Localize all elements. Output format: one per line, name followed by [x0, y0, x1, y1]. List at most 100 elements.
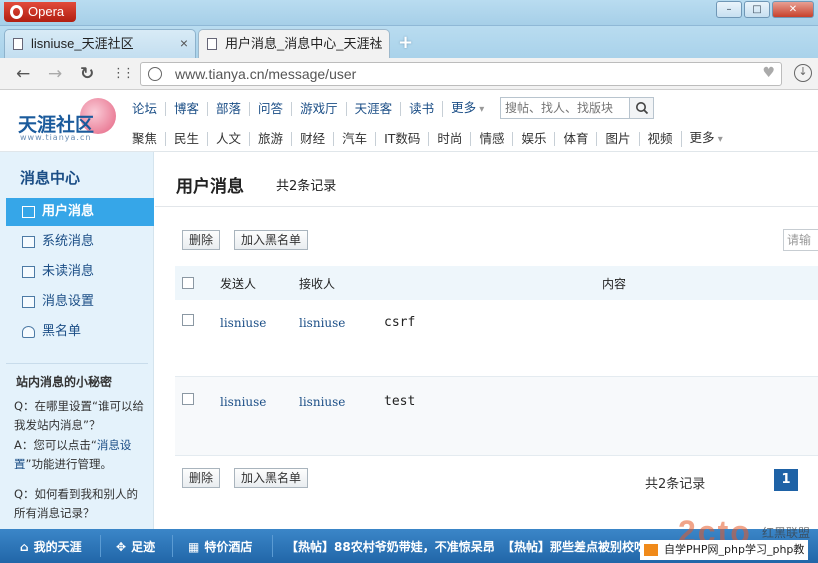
sidebar-item-message-settings[interactable]: 消息设置 [6, 288, 154, 316]
nav-more[interactable]: 更多 [442, 101, 492, 117]
watermark-banner: 自学PHP网_php学习_php教 [640, 540, 809, 560]
receiver-input[interactable]: 请输 [783, 229, 818, 251]
row-receiver-link[interactable]: lisniuse [299, 395, 345, 409]
row-content[interactable]: test [384, 394, 415, 409]
tianya-logo[interactable]: 天涯社区 www.tianya.cn [18, 98, 118, 142]
row-checkbox[interactable] [182, 314, 194, 326]
sidebar-item-system-messages[interactable]: 系统消息 [6, 228, 154, 256]
speed-dial-icon[interactable]: ⋮⋮ [112, 66, 135, 81]
logo-url: www.tianya.cn [20, 133, 92, 142]
delete-button-bottom[interactable]: 删除 [182, 468, 221, 488]
channel-auto[interactable]: 汽车 [333, 132, 375, 146]
row-sender-link[interactable]: lisniuse [220, 395, 266, 409]
channel-culture[interactable]: 人文 [207, 132, 249, 146]
channel-more[interactable]: 更多 [680, 131, 731, 147]
hot-post-link-1[interactable]: 【热帖】88农村爷奶带娃，不准惊呆昂 [286, 538, 495, 555]
tips-title: 站内消息的小秘密 [16, 375, 113, 389]
sidebar-item-unread-messages[interactable]: 未读消息 [6, 258, 154, 286]
watermark-logo-icon [644, 544, 658, 556]
page-title: 用户消息 [176, 177, 244, 197]
nav-blog[interactable]: 博客 [165, 102, 207, 116]
channel-finance[interactable]: 财经 [291, 132, 333, 146]
table-row[interactable]: lisniuse lisniuse test [175, 377, 818, 455]
delete-button[interactable]: 删除 [182, 230, 221, 250]
channel-video[interactable]: 视频 [638, 132, 681, 146]
sidebar-item-label: 用户消息 [42, 204, 95, 219]
record-count: 共2条记录 [276, 179, 337, 194]
hot-post-link-2[interactable]: 【热帖】那些差点被别校吃去 [502, 538, 658, 555]
select-all-checkbox[interactable] [182, 277, 194, 289]
row-sender-link[interactable]: lisniuse [220, 316, 266, 330]
channel-sports[interactable]: 体育 [554, 132, 596, 146]
opera-logo-icon [10, 5, 23, 19]
pagination-page-1[interactable]: 1 [774, 469, 798, 491]
minimize-button[interactable]: – [716, 1, 742, 18]
url-text[interactable]: www.tianya.cn/message/user [175, 66, 356, 82]
channel-emotion[interactable]: 情感 [470, 132, 512, 146]
table-row[interactable]: lisniuse lisniuse csrf [175, 300, 818, 376]
watermark-side-text: 红黑联盟 [762, 526, 811, 540]
tab-lisniuse[interactable]: lisniuse_天涯社区 × [4, 29, 196, 58]
nav-tianyake[interactable]: 天涯客 [345, 102, 401, 116]
table-header: 发送人 接收人 内容 [175, 266, 818, 300]
sidebar-item-label: 系统消息 [42, 234, 95, 249]
sidebar-item-user-messages[interactable]: 用户消息 [6, 198, 154, 226]
row-divider [175, 455, 818, 456]
channel-livelihood[interactable]: 民生 [165, 132, 207, 146]
bottom-divider [172, 535, 173, 557]
sidebar-item-blacklist[interactable]: 黑名单 [6, 318, 154, 346]
sidebar-divider [6, 363, 148, 364]
home-icon: ⌂ [20, 540, 29, 554]
envelope-icon [22, 206, 35, 218]
site-header: 天涯社区 www.tianya.cn 论坛 博客 部落 问答 游戏厅 天涯客 读… [0, 90, 818, 152]
gear-icon [22, 296, 35, 308]
site-search [500, 97, 654, 119]
channel-entertainment[interactable]: 娱乐 [512, 132, 554, 146]
my-tianya-button[interactable]: ⌂ 我的天涯 [20, 538, 82, 555]
channel-nav: 聚焦 民生 人文 旅游 财经 汽车 IT数码 时尚 情感 娱乐 体育 图片 视频… [124, 131, 731, 147]
row-checkbox[interactable] [182, 393, 194, 405]
row-receiver-link[interactable]: lisniuse [299, 316, 345, 330]
tab-close-icon[interactable]: × [180, 30, 188, 57]
nav-forum[interactable]: 论坛 [124, 102, 165, 116]
search-button[interactable] [629, 98, 653, 118]
nav-qa[interactable]: 问答 [249, 102, 291, 116]
hotel-button[interactable]: ▦ 特价酒店 [188, 538, 252, 555]
channel-focus[interactable]: 聚焦 [124, 132, 165, 146]
hotel-label: 特价酒店 [204, 540, 253, 554]
nav-tribe[interactable]: 部落 [207, 102, 249, 116]
nav-games[interactable]: 游戏厅 [291, 102, 346, 116]
channel-pictures[interactable]: 图片 [596, 132, 638, 146]
channel-it[interactable]: IT数码 [375, 132, 428, 146]
new-tab-icon[interactable]: + [398, 32, 413, 53]
nav-reading[interactable]: 读书 [400, 102, 442, 116]
maximize-button[interactable]: □ [744, 1, 770, 18]
footer-record-count: 共2条记录 [645, 477, 706, 492]
add-to-blacklist-button[interactable]: 加入黑名单 [234, 230, 309, 250]
app-name: Opera [28, 4, 65, 19]
channel-travel[interactable]: 旅游 [249, 132, 291, 146]
heart-icon[interactable]: ♥ [762, 65, 775, 81]
speaker-icon [22, 236, 35, 248]
page-icon [13, 38, 23, 50]
tab-close-icon[interactable]: × [374, 30, 382, 57]
tab-bar: lisniuse_天涯社区 × 用户消息_消息中心_天涯社 × + [0, 26, 818, 58]
back-button[interactable]: ← [16, 64, 30, 84]
row-content[interactable]: csrf [384, 315, 415, 330]
channel-fashion[interactable]: 时尚 [428, 132, 470, 146]
sidebar-item-label: 消息设置 [42, 294, 95, 309]
sidebar-item-label: 黑名单 [42, 324, 82, 339]
forward-button[interactable]: → [48, 64, 62, 84]
opera-menu-button[interactable]: Opera [4, 2, 76, 22]
tab-label: lisniuse_天涯社区 [31, 36, 134, 51]
close-window-button[interactable]: ✕ [772, 1, 814, 18]
globe-icon [148, 67, 162, 81]
tab-user-messages[interactable]: 用户消息_消息中心_天涯社 × [198, 29, 390, 58]
reload-button[interactable]: ↻ [80, 64, 94, 84]
site-search-input[interactable] [501, 98, 629, 118]
building-icon: ▦ [188, 540, 200, 554]
download-icon[interactable]: ↓ [794, 64, 812, 82]
address-bar[interactable]: www.tianya.cn/message/user ♥ [140, 62, 782, 86]
footprint-button[interactable]: ✥ 足迹 [116, 538, 155, 555]
add-to-blacklist-button-bottom[interactable]: 加入黑名单 [234, 468, 309, 488]
